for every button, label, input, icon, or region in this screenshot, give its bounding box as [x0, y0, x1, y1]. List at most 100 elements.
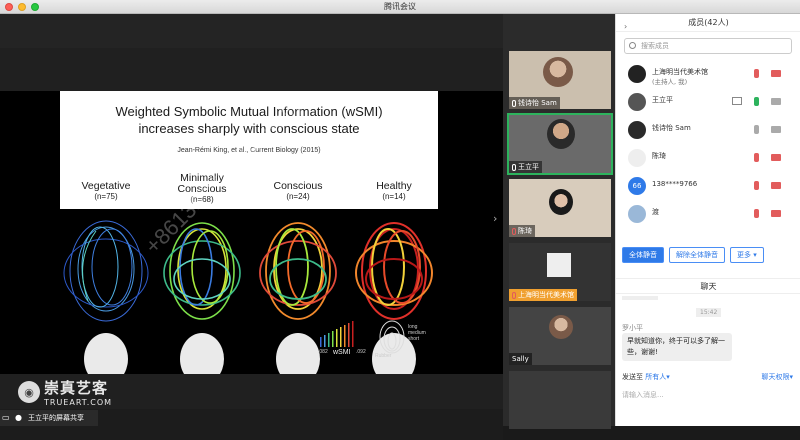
member-name: 陈琦: [652, 152, 666, 160]
video-tile[interactable]: 钱诗怡 Sam: [509, 51, 611, 109]
chat-permission-select[interactable]: 聊天权限▾: [761, 372, 793, 382]
camera-off-icon[interactable]: [771, 210, 781, 217]
wsmi-color-legend: [320, 321, 354, 347]
video-thumbnails: 钱诗怡 Sam 王立平 陈琦 上海明当代美术馆 Sally: [503, 14, 615, 429]
mic-off-icon: [512, 227, 516, 235]
video-tile[interactable]: Sally: [509, 307, 611, 365]
mic-on-icon[interactable]: [754, 97, 759, 106]
video-tile[interactable]: 上海明当代美术馆: [509, 243, 611, 301]
mic-off-icon[interactable]: [754, 181, 759, 190]
shared-screen-area: Weighted Symbolic Mutual Information (wS…: [0, 14, 503, 440]
member-row[interactable]: 钱诗怡 Sam: [616, 120, 800, 141]
mic-icon[interactable]: [754, 125, 759, 134]
avatar: [628, 121, 646, 139]
legend-max: .092: [356, 349, 366, 355]
avatar: [628, 205, 646, 223]
slide-title-line1: Weighted Symbolic Mutual Information (wS…: [115, 104, 383, 119]
chevron-down-icon: ▾: [753, 251, 757, 259]
member-row[interactable]: 陈琦: [616, 148, 800, 169]
send-to-row: 发送至 所有人▾ 聊天权限▾: [622, 372, 797, 382]
chevron-right-icon[interactable]: ›: [493, 212, 497, 225]
mic-icon: ●: [15, 413, 22, 422]
avatar: [628, 93, 646, 111]
trueart-logo-icon: ◉: [18, 381, 40, 403]
video-tile-active[interactable]: 王立平: [507, 113, 613, 175]
screen-share-icon: [732, 97, 742, 105]
member-row[interactable]: 66 138****9766: [616, 176, 800, 197]
window-title: 腾讯会议: [384, 2, 416, 11]
chat-message: 早就知道你，终于可以多了解一些，谢谢!: [622, 333, 732, 361]
mic-icon: [512, 99, 516, 107]
meeting-window: 腾讯会议 Weighted Symbolic Mutual Informatio…: [0, 0, 800, 440]
more-button[interactable]: 更多 ▾: [730, 247, 764, 263]
camera-off-icon[interactable]: [771, 154, 781, 161]
participant-video: [549, 189, 573, 215]
tile-name: 王立平: [518, 163, 539, 171]
members-title: 成员(42人): [688, 18, 729, 27]
category-label: Healthy: [376, 180, 412, 192]
camera-icon[interactable]: [771, 126, 781, 133]
member-name: 王立平: [652, 96, 673, 104]
send-to-label: 发送至: [622, 373, 643, 381]
video-tile[interactable]: 陈琦: [509, 179, 611, 237]
mic-off-icon[interactable]: [754, 209, 759, 218]
member-name: 钱诗怡 Sam: [652, 124, 691, 132]
participant-video: [543, 57, 573, 87]
tile-name-bar: 王立平: [509, 161, 542, 173]
brain-healthy: [355, 222, 433, 320]
tile-name: 陈琦: [518, 227, 532, 235]
brain-connectivity-figure: [63, 220, 433, 374]
previous-message-bubble: [622, 296, 658, 300]
tile-name: 上海明当代美术馆: [518, 291, 574, 299]
title-bar: 腾讯会议: [0, 0, 800, 14]
right-panel: › 成员(42人) 搜索成员 上海明当代美术馆 (主持人, 我) 王立平 钱诗怡…: [615, 14, 800, 426]
chat-sender: 罗小平: [622, 324, 643, 332]
send-to-select[interactable]: 所有人▾: [645, 373, 670, 381]
logo-title: 崇真艺客: [44, 379, 109, 397]
distance-short: short: [408, 336, 420, 342]
shared-slide: Weighted Symbolic Mutual Information (wS…: [0, 91, 503, 374]
screen-share-label: 王立平的屏幕共享: [28, 414, 84, 422]
host-avatar: [547, 253, 571, 277]
participant-avatar: [549, 315, 573, 339]
avatar: [628, 65, 646, 83]
mic-off-icon: [512, 291, 516, 299]
member-actions: 全体静音 解除全体静音 更多 ▾: [622, 247, 764, 263]
collapse-icon[interactable]: ›: [624, 18, 627, 36]
category-count: (n=14): [382, 192, 406, 201]
category-label: Vegetative: [81, 180, 131, 192]
tile-name-bar: Sally: [509, 353, 532, 365]
member-row[interactable]: 王立平: [616, 92, 800, 113]
tile-name: Sally: [512, 355, 529, 363]
mic-off-icon[interactable]: [754, 153, 759, 162]
distance-sub: Rubber: [375, 353, 392, 359]
mic-icon: [512, 163, 516, 171]
mute-all-button[interactable]: 全体静音: [622, 247, 664, 263]
chat-input[interactable]: 请输入消息...: [622, 390, 664, 400]
tile-name: 钱诗怡 Sam: [518, 99, 557, 107]
screen-icon: ▭: [2, 413, 10, 422]
chat-permission-label: 聊天权限: [761, 373, 790, 381]
camera-icon[interactable]: [771, 98, 781, 105]
participant-video: [547, 119, 575, 149]
member-search-input[interactable]: 搜索成员: [624, 38, 792, 54]
legend-min: .082: [318, 349, 328, 355]
trueart-logo: ◉ 崇真艺客 TRUEART.COM: [18, 377, 112, 407]
video-tile[interactable]: [509, 371, 611, 429]
screen-share-indicator[interactable]: ▭ ● 王立平的屏幕共享: [0, 410, 98, 426]
member-role: (主持人, 我): [652, 78, 688, 86]
camera-off-icon[interactable]: [771, 182, 781, 189]
category-count: (n=24): [286, 192, 310, 201]
camera-off-icon[interactable]: [771, 70, 781, 77]
chat-timestamp: 15:42: [696, 308, 722, 317]
member-row[interactable]: 渡: [616, 204, 800, 225]
members-header: › 成员(42人): [616, 14, 800, 32]
unmute-all-button[interactable]: 解除全体静音: [669, 247, 725, 263]
tile-name-bar: 钱诗怡 Sam: [509, 97, 560, 109]
member-row[interactable]: 上海明当代美术馆 (主持人, 我): [616, 64, 800, 86]
category-conscious: Conscious (n=24): [253, 181, 343, 202]
more-label: 更多: [737, 251, 751, 259]
search-placeholder: 搜索成员: [641, 42, 669, 50]
brain-vegetative: [63, 220, 149, 322]
mic-off-icon[interactable]: [754, 69, 759, 78]
